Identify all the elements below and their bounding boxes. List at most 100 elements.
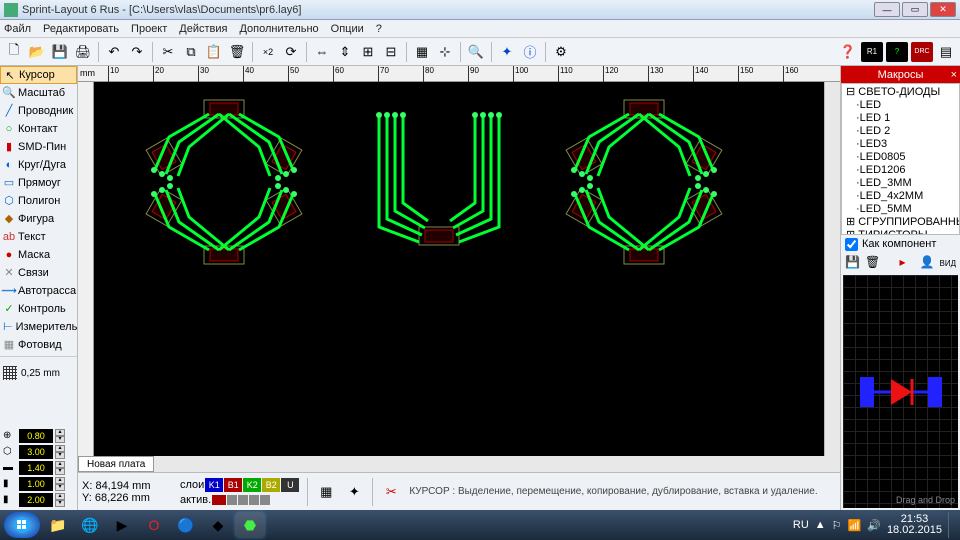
tool-Фигура[interactable]: ◆Фигура	[0, 210, 77, 228]
param-spinner[interactable]: ⬡3.00▴▾	[3, 445, 74, 459]
macro-user-icon[interactable]: 👤	[919, 255, 935, 271]
tree-node[interactable]: ·LED_3MM	[844, 177, 957, 190]
tray-clock[interactable]: 21:53 18.02.2015	[887, 514, 942, 536]
menu-item[interactable]: Действия	[179, 23, 227, 35]
tree-node[interactable]: ·LED_4x2MM	[844, 190, 957, 203]
menu-item[interactable]: Файл	[4, 23, 31, 35]
panel-close-icon[interactable]: ×	[951, 69, 957, 81]
spin-down[interactable]: ▾	[55, 436, 65, 443]
as-component-checkbox[interactable]	[845, 238, 858, 251]
redo-icon[interactable]: ↷	[127, 42, 147, 62]
task-chrome-icon[interactable]: 🔵	[172, 513, 200, 537]
gear-icon[interactable]: ⚙	[551, 42, 571, 62]
tool-SMD-Пин[interactable]: ▮SMD-Пин	[0, 138, 77, 156]
open-icon[interactable]: 📂	[27, 42, 47, 62]
spin-up[interactable]: ▴	[55, 493, 65, 500]
tool-Связи[interactable]: ✕Связи	[0, 264, 77, 282]
status-btn-cross[interactable]: ✂	[381, 482, 401, 502]
param-spinner[interactable]: ⊕0.80▴▾	[3, 429, 74, 443]
spin-up[interactable]: ▴	[55, 477, 65, 484]
rotate-icon[interactable]: ⟳	[281, 42, 301, 62]
scrollbar-horizontal[interactable]	[158, 456, 840, 472]
tool-Полигон[interactable]: ⬡Полигон	[0, 192, 77, 210]
new-icon[interactable]: 🗋	[4, 42, 24, 62]
tree-node[interactable]: ·LED1206	[844, 164, 957, 177]
tree-node[interactable]: ·LED3	[844, 138, 957, 151]
layer-K2[interactable]: K2	[243, 478, 261, 492]
tree-node[interactable]: ·LED_5MM	[844, 203, 957, 216]
spin-down[interactable]: ▾	[55, 452, 65, 459]
task-opera-icon[interactable]: O	[140, 513, 168, 537]
tray-lang[interactable]: RU	[793, 519, 809, 531]
param-spinner[interactable]: ▮2.00▴▾	[3, 493, 74, 507]
tray-safe-icon[interactable]: ⚐	[832, 519, 842, 532]
maximize-button[interactable]: ▭	[902, 2, 928, 17]
macro-tree[interactable]: ⊟ СВЕТО-ДИОДЫ ·LED ·LED 1 ·LED 2 ·LED3 ·…	[841, 83, 960, 235]
macro-preview[interactable]: Drag and Drop	[843, 275, 958, 508]
status-btn-1[interactable]: ▦	[316, 482, 336, 502]
cut-icon[interactable]: ✂	[158, 42, 178, 62]
tool-Маска[interactable]: ●Маска	[0, 246, 77, 264]
tray-net-icon[interactable]: 📶	[848, 519, 862, 532]
scrollbar-vertical[interactable]	[824, 82, 840, 456]
board-tab[interactable]: Новая плата	[78, 456, 154, 472]
group-icon[interactable]: ⊞	[358, 42, 378, 62]
panel-icon[interactable]: ▤	[936, 42, 956, 62]
help-icon[interactable]: ❓	[838, 42, 858, 62]
menu-item[interactable]: Редактировать	[43, 23, 119, 35]
tool-Проводник[interactable]: ╱Проводник	[0, 102, 77, 120]
layer-U[interactable]: U	[281, 478, 299, 492]
menu-item[interactable]: ?	[376, 23, 382, 35]
mirror-h-icon[interactable]: ⇔	[312, 42, 332, 62]
pcb-component-u[interactable]	[364, 97, 514, 267]
layer-q-icon[interactable]: ?	[886, 42, 908, 62]
snap-icon[interactable]: ⊹	[435, 42, 455, 62]
target-icon[interactable]: ✦	[497, 42, 517, 62]
zoom-icon[interactable]: 🔍	[466, 42, 486, 62]
tool-Фотовид[interactable]: ▦Фотовид	[0, 336, 77, 354]
spin-up[interactable]: ▴	[55, 461, 65, 468]
active-layer-swatch[interactable]	[212, 495, 226, 505]
param-spinner[interactable]: ▮1.00▴▾	[3, 477, 74, 491]
task-app-icon[interactable]: ◆	[204, 513, 232, 537]
spin-down[interactable]: ▾	[55, 468, 65, 475]
tree-node[interactable]: ·LED 2	[844, 125, 957, 138]
tool-Измеритель[interactable]: ⊢Измеритель	[0, 318, 77, 336]
pcb-component-hex-right[interactable]	[554, 92, 734, 272]
tree-node[interactable]: ·LED 1	[844, 112, 957, 125]
ungroup-icon[interactable]: ⊟	[381, 42, 401, 62]
align-icon[interactable]: ▦	[412, 42, 432, 62]
copy-icon[interactable]: ⧉	[181, 42, 201, 62]
tree-node[interactable]: ⊞ СГРУППИРОВАННЫЕ ОТВЕР	[844, 216, 957, 229]
tool-Прямоуг[interactable]: ▭Прямоуг	[0, 174, 77, 192]
tool-Текст[interactable]: abТекст	[0, 228, 77, 246]
spin-down[interactable]: ▾	[55, 500, 65, 507]
status-btn-2[interactable]: ✦	[344, 482, 364, 502]
tool-Круг/Дуга[interactable]: ◐Круг/Дуга	[0, 156, 77, 174]
task-sprint-icon[interactable]: ⬣	[236, 513, 264, 537]
swatch[interactable]	[249, 495, 259, 505]
spin-up[interactable]: ▴	[55, 445, 65, 452]
paste-icon[interactable]: 📋	[204, 42, 224, 62]
drc-icon[interactable]: DRC	[911, 42, 933, 62]
start-button[interactable]	[4, 512, 40, 538]
spin-down[interactable]: ▾	[55, 484, 65, 491]
tree-node[interactable]: ⊟ СВЕТО-ДИОДЫ	[844, 86, 957, 99]
swatch[interactable]	[238, 495, 248, 505]
mirror-v-icon[interactable]: ⇕	[335, 42, 355, 62]
tool-Курсор[interactable]: ↖Курсор	[0, 66, 77, 84]
tray-flag-icon[interactable]: ▲	[815, 519, 826, 531]
macro-delete-icon[interactable]: 🗑	[865, 255, 881, 271]
layer-B1[interactable]: B1	[224, 478, 242, 492]
grid-setting[interactable]: 0,25 mm	[0, 363, 77, 383]
layer-r1-icon[interactable]: R1	[861, 42, 883, 62]
tree-node[interactable]: ·LED0805	[844, 151, 957, 164]
info-icon[interactable]: ⓘ	[520, 42, 540, 62]
pcb-component-hex-left[interactable]	[134, 92, 314, 272]
save-icon[interactable]: 💾	[50, 42, 70, 62]
undo-icon[interactable]: ↶	[104, 42, 124, 62]
show-desktop-button[interactable]	[948, 512, 956, 538]
print-icon[interactable]: 🖨	[73, 42, 93, 62]
pcb-canvas[interactable]	[94, 82, 824, 456]
spin-up[interactable]: ▴	[55, 429, 65, 436]
